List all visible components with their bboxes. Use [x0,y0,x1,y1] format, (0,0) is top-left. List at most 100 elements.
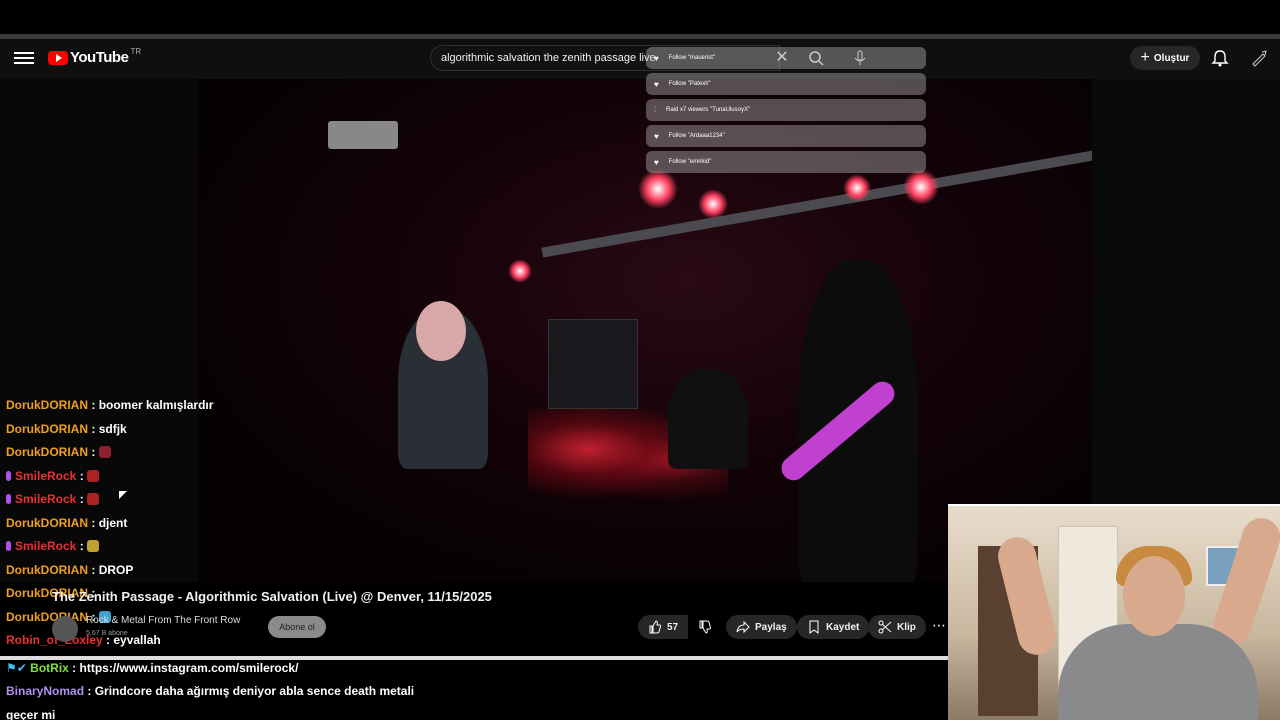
chat-message: ⚑✔ BotRix : https://www.instagram.com/sm… [6,659,466,683]
clip-button[interactable]: Klip [868,615,926,639]
chat-username[interactable]: BinaryNomad [6,684,84,698]
chat-username[interactable]: SmileRock [15,469,76,483]
stage-light [508,259,532,283]
share-icon [736,620,750,634]
share-label: Paylaş [755,621,787,633]
chat-message: SmileRock : [6,537,466,561]
stream-alerts: ♥ Follow "mauerist" ♥ Follow "Patexlr" ⫶ Raid… [646,47,926,177]
subscriber-count: 5,67 B abone [86,630,128,637]
alert-text: Follow "Patexlr" [668,81,711,87]
chat-message: SmileRock : [6,490,466,514]
thumbs-up-icon [649,620,661,634]
chat-message: DorukDORIAN : [6,443,466,467]
chat-emote-icon [87,493,100,505]
create-label: Oluştur [1153,52,1190,64]
mic-badge-icon [6,470,11,481]
vocalist-head [416,301,466,361]
chat-separator: : [88,398,99,412]
stage-light [843,174,871,202]
like-count: 57 [667,621,679,633]
chat-username[interactable]: DorukDORIAN [6,516,88,530]
alert-item: ⫶ Raid x7 viewers "TunaUlusoyX" [646,99,926,121]
streamer-webcam [948,504,1280,720]
chat-message: DorukDORIAN : djent [6,514,466,538]
save-label: Kaydet [826,621,860,633]
chat-username[interactable]: DorukDORIAN [6,398,88,412]
scissors-icon [878,620,892,634]
share-button[interactable]: Paylaş [726,615,797,639]
chat-separator: : [88,515,99,530]
chat-message: DorukDORIAN : sdfjk [6,420,466,444]
chat-username[interactable]: DorukDORIAN [6,563,88,577]
chat-message: DorukDORIAN : boomer kalmışlardır [6,396,466,420]
alert-text: Follow "mauerist" [668,55,716,61]
video-backdrop-right [1092,79,1280,504]
like-button[interactable]: 57 [638,615,689,639]
alert-text: Follow "Ardaaa1234" [668,133,725,139]
chat-text: boomer kalmışlardır [98,398,214,412]
chat-separator: : [76,539,88,553]
heart-icon: ♥ [654,79,659,89]
chat-username[interactable]: BotRix [30,661,69,675]
heart-icon: ♥ [654,131,659,141]
guitar-amp [548,319,638,409]
mic-badge-icon [6,541,11,551]
search-value: algorithmic salvation the zenith passage… [441,52,656,64]
thumbs-down-icon [699,620,711,634]
chat-emote-icon [87,540,100,552]
raid-icon: ⫶ [654,105,656,114]
notifications-bell-icon[interactable] [1211,49,1229,67]
alert-item: ♥ Follow "mauerist" [646,47,926,69]
chat-emote-icon [98,446,111,458]
chat-overlay: DorukDORIAN : boomer kalmışlardır DorukDO… [6,396,466,720]
channel-name[interactable]: Rock & Metal From The Front Row [86,615,240,626]
avatar-pen-icon[interactable] [1250,49,1268,67]
alert-text: Raid x7 viewers "TunaUlusoyX" [666,107,751,113]
chat-separator: : [84,684,95,698]
chat-text: https://www.instagram.com/smilerock/ [79,660,299,675]
chat-message: DorukDORIAN : DROP [6,561,466,585]
chat-message: SmileRock : [6,467,466,491]
youtube-play-icon [48,50,68,65]
heart-icon: ♥ [654,53,659,63]
chat-username[interactable]: DorukDORIAN [6,422,88,436]
webcam-hoodie [1058,624,1258,720]
channel-avatar[interactable] [52,616,78,642]
dislike-button[interactable] [690,615,720,639]
stage-projector [328,121,398,149]
video-title: The Zenith Passage - Algorithmic Salvati… [52,589,492,604]
youtube-logo[interactable]: YouTube TR [48,47,141,66]
chat-username[interactable]: SmileRock [15,539,76,553]
chat-emote-icon [87,469,100,482]
mouse-cursor-icon [119,491,127,499]
stage-light [698,189,728,219]
page-divider [0,656,948,660]
mic-badge-icon [6,494,11,504]
chat-text: djent [98,515,128,530]
save-button[interactable]: Kaydet [797,615,870,639]
alert-item: ♥ Follow "emirkid" [646,151,926,173]
alert-item: ♥ Follow "Patexlr" [646,73,926,95]
chat-separator: : [68,660,80,675]
create-button[interactable]: + Oluştur [1130,46,1200,70]
webcam-face [1123,556,1185,636]
chat-text: Grindcore daha ağırmış deniyor abla senc… [94,684,415,698]
subscribe-button[interactable]: Abone ol [268,616,326,638]
youtube-header: YouTube TR algorithmic salvation the zen… [0,39,1280,79]
clip-label: Klip [897,621,916,633]
chat-username[interactable]: DorukDORIAN [6,445,88,459]
chat-message: BinaryNomad : Grindcore daha ağırmış den… [6,682,466,706]
chat-separator: : [88,421,99,436]
plus-icon: + [1140,49,1150,66]
bookmark-icon [809,620,819,634]
more-actions-button[interactable]: ⋯ [930,615,948,639]
alert-item: ♥ Follow "Ardaaa1234" [646,125,926,147]
bot-badge-icon: ⚑✔ [6,660,31,675]
chat-username[interactable]: SmileRock [15,492,76,506]
alert-text: Follow "emirkid" [668,159,712,165]
drummer [668,369,748,469]
chat-separator: : [88,445,99,459]
hamburger-menu-icon[interactable] [14,49,34,69]
chat-text: DROP [98,562,134,577]
chat-text: geçer mi [6,707,56,720]
